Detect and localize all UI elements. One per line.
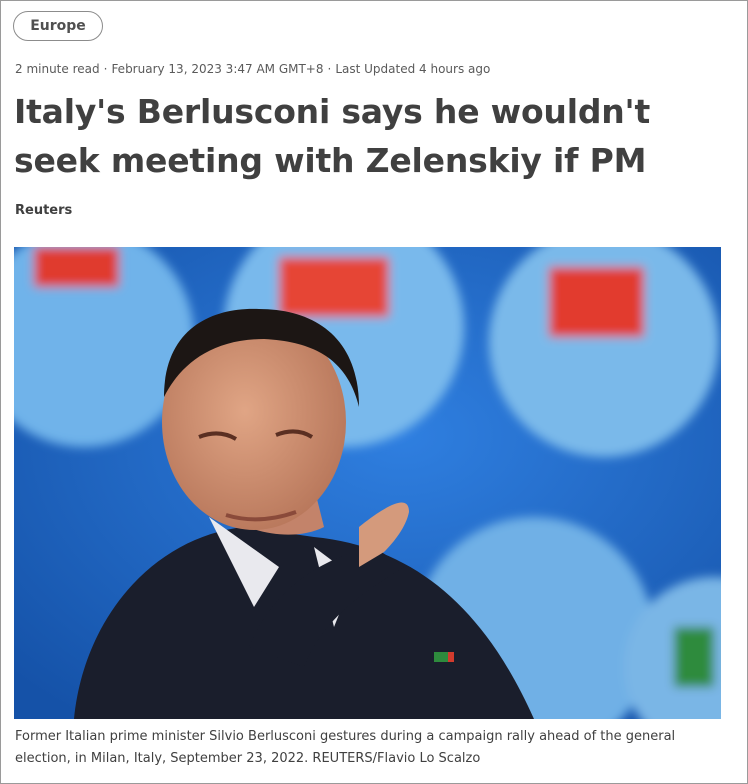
article-photo[interactable]: [14, 247, 721, 719]
section-tag-label: Europe: [30, 18, 86, 34]
last-updated: Last Updated 4 hours ago: [335, 62, 491, 76]
photo-illustration: [14, 247, 721, 719]
article-page: Europe 2 minute read · February 13, 2023 3…: [0, 0, 748, 784]
meta-separator: ·: [103, 62, 108, 76]
section-tag-button[interactable]: Europe: [13, 11, 103, 41]
photo-caption: Former Italian prime minister Silvio Ber…: [15, 729, 676, 766]
published-date: February 13, 2023 3:47 AM GMT+8: [111, 62, 324, 76]
article-meta: 2 minute read · February 13, 2023 3:47 AM …: [15, 62, 490, 76]
read-time: 2 minute read: [15, 62, 100, 76]
meta-separator: ·: [327, 62, 332, 76]
article-byline[interactable]: Reuters: [15, 203, 72, 218]
article-headline: Italy's Berlusconi says he wouldn't seek…: [14, 92, 651, 180]
